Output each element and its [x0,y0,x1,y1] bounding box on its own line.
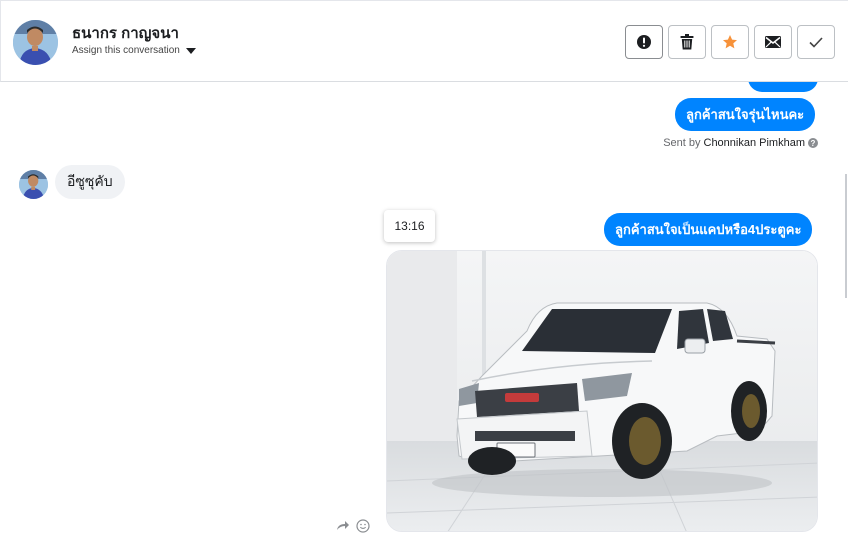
chevron-down-icon [185,47,196,54]
mark-done-button[interactable] [797,25,835,59]
smiley-icon[interactable] [356,519,370,533]
contact-name: ธนากร กาญจนา [72,25,179,42]
assign-conversation-dropdown[interactable]: Assign this conversation [72,45,196,56]
assign-label: Assign this conversation [72,45,180,56]
trash-icon [680,34,694,50]
message-reactions [336,519,370,533]
sent-by-note: Sent by Chonnikan Pimkham ? [663,137,818,149]
help-icon[interactable]: ? [808,138,818,148]
report-spam-button[interactable] [625,25,663,59]
star-button[interactable] [711,25,749,59]
agent-name[interactable]: Chonnikan Pimkham [704,137,806,149]
conversation-header: ธนากร กาญจนา Assign this conversation [0,0,848,82]
conversation-actions [625,25,835,59]
scrollbar[interactable] [845,174,847,298]
contact-avatar-small [19,170,48,199]
exclamation-circle-icon [637,35,651,49]
delete-button[interactable] [668,25,706,59]
sent-by-label: Sent by [663,137,701,149]
message-bubble-outgoing[interactable]: ลูกค้าสนใจเป็นแคปหรือ4ประตูคะ [604,213,813,246]
mark-unread-button[interactable] [754,25,792,59]
contact-avatar[interactable] [13,20,58,65]
share-icon[interactable] [336,519,350,531]
message-bubble-outgoing[interactable]: ลูกค้าสนใจรุ่นไหนคะ [675,98,816,131]
message-image-attachment[interactable] [386,250,818,532]
message-bubble-outgoing-clipped[interactable] [748,82,818,92]
envelope-icon [765,36,781,48]
star-icon [723,35,737,49]
checkmark-icon [809,37,823,48]
message-thread[interactable]: ลูกค้าสนใจรุ่นไหนคะ Sent by Chonnikan Pi… [0,82,848,537]
message-timestamp-tooltip: 13:16 [384,210,435,242]
message-bubble-incoming[interactable]: อีซูซุคับ [55,165,125,199]
